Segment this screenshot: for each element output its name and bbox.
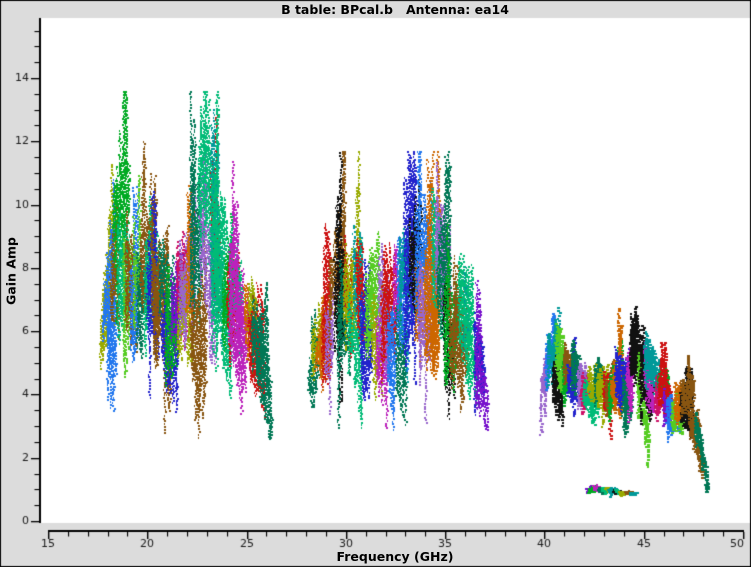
x-axis-label: Frequency (GHz) bbox=[337, 549, 454, 564]
bandpass-plot-canvas[interactable] bbox=[0, 0, 751, 567]
title-bar: B table: BPcal.b Antenna: ea14 bbox=[0, 0, 751, 18]
plot-title: B table: BPcal.b Antenna: ea14 bbox=[281, 2, 509, 17]
plotcal-window: B table: BPcal.b Antenna: ea14 Frequency… bbox=[0, 0, 751, 567]
y-axis-label: Gain Amp bbox=[4, 237, 19, 305]
